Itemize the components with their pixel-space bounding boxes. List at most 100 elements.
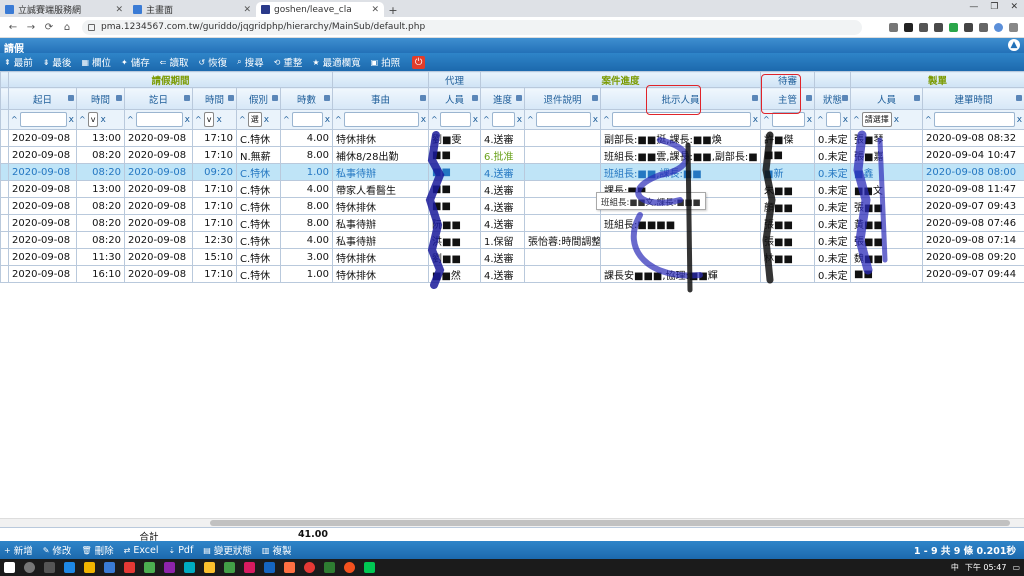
clear-filter-icon[interactable]: x [593, 115, 598, 125]
sort-icon[interactable] [914, 95, 921, 101]
filter-op-icon[interactable]: ^ [195, 115, 202, 124]
extension-icon[interactable] [919, 22, 928, 32]
col-header-progress[interactable]: 進度 [480, 87, 526, 110]
excel-button[interactable]: ⇄ Excel [124, 545, 159, 556]
filter-op-icon[interactable]: ^ [283, 115, 290, 124]
clear-filter-icon[interactable]: x [517, 115, 522, 125]
app-icon[interactable] [104, 562, 115, 573]
sort-icon[interactable] [752, 95, 759, 101]
sort-icon[interactable] [184, 95, 190, 101]
collapse-grid-icon[interactable]: ▲ [1008, 39, 1020, 51]
browser-tab[interactable]: 主畫面 ✕ [128, 2, 256, 17]
last-button[interactable]: ⇟ 最後 [43, 55, 72, 70]
sort-icon[interactable] [116, 95, 122, 101]
copy-button[interactable]: ▥ 複製 [262, 543, 292, 558]
sort-icon[interactable] [324, 95, 331, 101]
browser-tab-active[interactable]: goshen/leave_cla ✕ [256, 2, 384, 17]
sort-icon[interactable] [68, 95, 74, 101]
clear-filter-icon[interactable]: x [894, 115, 899, 125]
save-button[interactable]: ✦ 儲存 [121, 55, 150, 70]
restore-button[interactable]: ↺ 恢復 [198, 55, 227, 70]
filter-input[interactable] [825, 112, 841, 127]
line-icon[interactable] [364, 562, 375, 573]
col-header-end-time[interactable]: 時間 [192, 87, 237, 110]
chrome-icon[interactable] [344, 562, 355, 573]
power-button[interactable]: ⏻ [412, 55, 426, 69]
col-header-hours[interactable]: 時數 [279, 87, 334, 110]
load-button[interactable]: ⇐ 讀取 [160, 55, 189, 70]
filter-select[interactable]: v [87, 112, 99, 127]
home-icon[interactable]: ⌂ [60, 22, 74, 33]
filter-select[interactable]: v [203, 112, 215, 127]
sort-icon[interactable] [472, 95, 479, 101]
pdf-button[interactable]: ⇣ Pdf [168, 545, 193, 556]
menu-icon[interactable] [1009, 22, 1018, 32]
clear-filter-icon[interactable]: x [216, 115, 221, 125]
app-icon[interactable] [304, 562, 315, 573]
filter-input[interactable] [439, 112, 471, 127]
star-icon[interactable] [889, 22, 898, 32]
scrollbar-thumb[interactable] [210, 520, 1010, 526]
tray-input-method[interactable]: 中 [951, 562, 959, 573]
filter-select[interactable]: 選 [247, 112, 262, 127]
sort-icon[interactable] [272, 95, 278, 101]
filter-input[interactable] [933, 112, 1015, 127]
col-header-maker[interactable]: 人員 [850, 87, 924, 110]
filter-input[interactable] [291, 112, 323, 127]
add-button[interactable]: + 新增 [4, 543, 33, 558]
filter-op-icon[interactable]: ^ [11, 115, 18, 124]
restore-window-icon[interactable]: ❐ [990, 2, 998, 12]
table-row[interactable]: 2020-09-08 13:00 2020-09-08 17:10 C.特休 4.00 特休… [0, 129, 1024, 147]
app-icon[interactable] [264, 562, 275, 573]
camera-button[interactable]: ▣ 拍照 [371, 55, 401, 70]
app-icon[interactable] [324, 562, 335, 573]
app-icon[interactable] [204, 562, 215, 573]
app-icon[interactable] [144, 562, 155, 573]
extensions-puzzle-icon[interactable] [979, 22, 988, 32]
filter-input[interactable] [343, 112, 419, 127]
filter-op-icon[interactable]: ^ [603, 115, 610, 124]
filter-op-icon[interactable]: ^ [239, 115, 246, 124]
windows-start-icon[interactable] [4, 562, 15, 573]
close-tab-icon[interactable]: ✕ [243, 5, 251, 15]
close-window-icon[interactable]: ✕ [1010, 2, 1018, 12]
filter-op-icon[interactable]: ^ [527, 115, 534, 124]
filter-op-icon[interactable]: ^ [763, 115, 770, 124]
filter-input[interactable] [491, 112, 515, 127]
url-input[interactable]: pma.1234567.com.tw/guriddo/jqgridphp/hie… [82, 19, 862, 35]
table-row[interactable]: 2020-09-08 08:20 2020-09-08 12:30 C.特休 4.00 私事… [0, 231, 1024, 249]
change-status-button[interactable]: ▤ 變更狀態 [203, 543, 252, 558]
delete-button[interactable]: 🗑 刪除 [81, 543, 113, 558]
app-icon[interactable] [164, 562, 175, 573]
clear-filter-icon[interactable]: x [100, 115, 105, 125]
col-header-end-date[interactable]: 訖日 [124, 87, 193, 110]
table-row[interactable]: 2020-09-08 11:30 2020-09-08 15:10 C.特休 3.00 特休… [0, 248, 1024, 266]
table-row[interactable]: 2020-09-08 16:10 2020-09-08 17:10 C.特休 1.00 特休… [0, 265, 1024, 283]
col-header-created[interactable]: 建單時間 [922, 87, 1024, 110]
table-row[interactable]: 2020-09-08 08:20 2020-09-08 17:10 N.無薪 8.00 補休… [0, 146, 1024, 164]
file-explorer-icon[interactable] [84, 562, 95, 573]
sort-icon[interactable] [420, 95, 427, 101]
minimize-icon[interactable]: — [969, 2, 978, 12]
filter-op-icon[interactable]: ^ [127, 115, 134, 124]
new-tab-button[interactable]: + [386, 3, 400, 17]
filter-op-icon[interactable]: ^ [79, 115, 86, 124]
clear-filter-icon[interactable]: x [185, 115, 190, 125]
edit-button[interactable]: ✎ 修改 [43, 543, 72, 558]
filter-input[interactable] [771, 112, 805, 127]
sort-icon[interactable] [806, 95, 813, 101]
col-header-status[interactable]: 狀態 [814, 87, 852, 110]
sort-icon[interactable] [592, 95, 599, 101]
extension-icon[interactable] [964, 22, 973, 32]
clear-filter-icon[interactable]: x [421, 115, 426, 125]
task-view-icon[interactable] [44, 562, 55, 573]
clear-filter-icon[interactable]: x [807, 115, 812, 125]
sort-icon[interactable] [842, 95, 849, 101]
filter-op-icon[interactable]: ^ [817, 115, 824, 124]
table-row[interactable]: 2020-09-08 13:00 2020-09-08 17:10 C.特休 4.00 帶家… [0, 180, 1024, 198]
table-row[interactable]: 2020-09-08 08:20 2020-09-08 09:20 C.特休 1.00 私事… [0, 163, 1024, 181]
search-icon[interactable] [24, 562, 35, 573]
profile-avatar-icon[interactable] [994, 22, 1003, 32]
notification-icon[interactable]: ▭ [1012, 563, 1020, 572]
filter-op-icon[interactable]: ^ [925, 115, 932, 124]
